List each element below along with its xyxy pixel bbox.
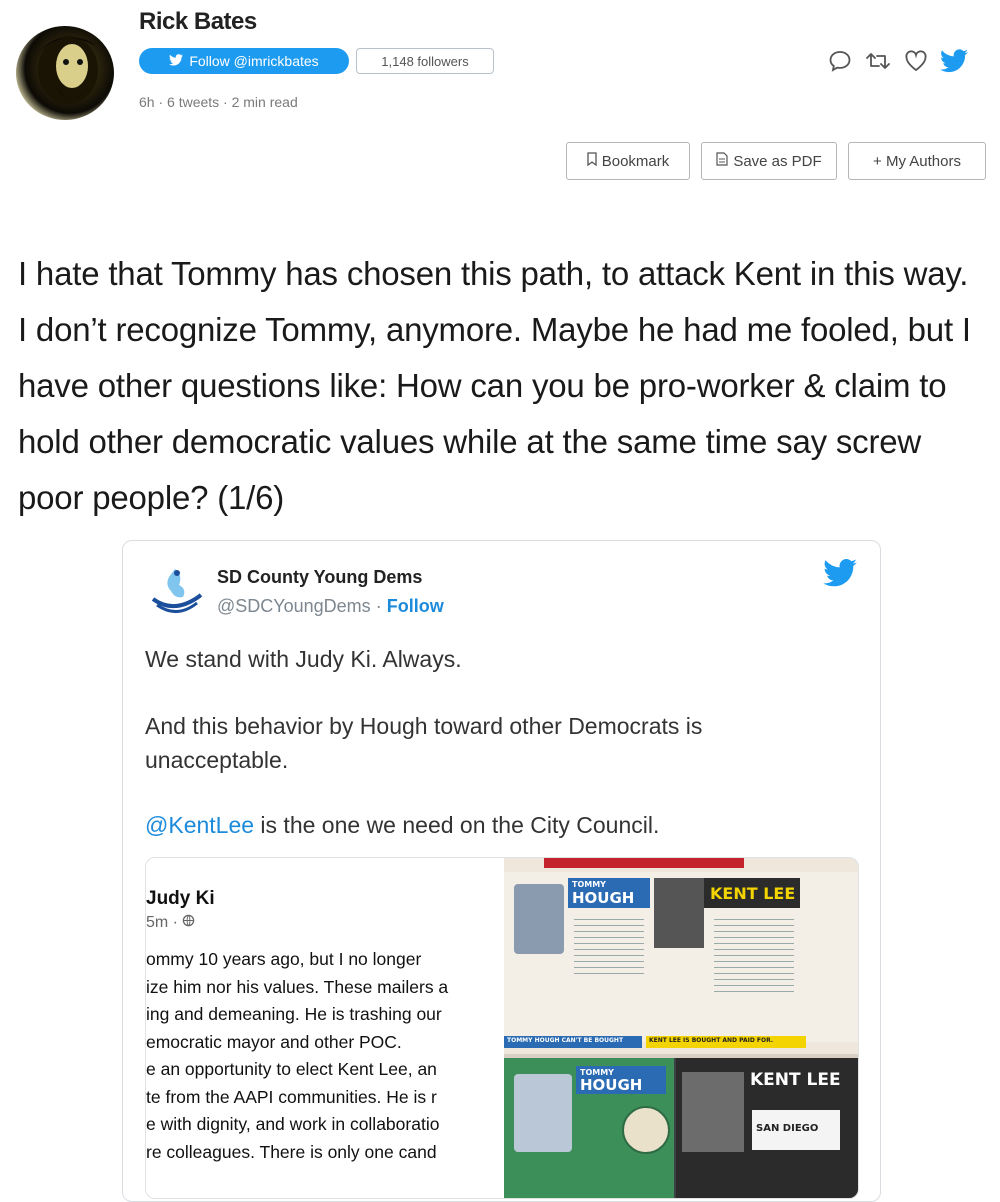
fb-post-line: ize him nor his values. These mailers a bbox=[146, 976, 449, 997]
author-name[interactable]: Rick Bates bbox=[139, 8, 257, 36]
embedded-text-line: @KentLee is the one we need on the City … bbox=[145, 808, 845, 842]
fb-post-time: 5m · bbox=[146, 914, 195, 932]
follow-author-button[interactable]: Follow @imrickbates bbox=[139, 48, 349, 74]
fb-post-line: ing and demeaning. He is trashing our bbox=[146, 1004, 442, 1024]
fb-time-text: 5m · bbox=[146, 914, 183, 931]
embedded-image[interactable]: Judy Ki 5m · ommy 10 years ago, but I no… bbox=[145, 857, 859, 1199]
my-authors-button[interactable]: + My Authors bbox=[848, 142, 986, 180]
fb-post-line: te from the AAPI communities. He is r bbox=[146, 1086, 437, 1107]
mailer-hough-top: TOMMY bbox=[572, 880, 606, 889]
fb-post-line: e an opportunity to elect Kent Lee, an bbox=[146, 1059, 437, 1079]
tweet-text: I hate that Tommy has chosen this path, … bbox=[18, 255, 971, 516]
embedded-text-line: And this behavior by Hough toward other … bbox=[145, 713, 703, 773]
embedded-tweet[interactable]: SD County Young Dems @SDCYoungDems · Fol… bbox=[122, 540, 881, 1202]
bookmark-label: Bookmark bbox=[601, 152, 670, 170]
globe-icon bbox=[182, 914, 195, 931]
follow-label: Follow @imrickbates bbox=[189, 53, 319, 69]
twitter-bird-icon[interactable] bbox=[823, 558, 857, 592]
fb-post-line: ommy 10 years ago, but I no longer bbox=[146, 949, 422, 969]
bookmark-button[interactable]: Bookmark bbox=[566, 142, 690, 180]
mailer-sd-logo: SAN DIEGO bbox=[756, 1123, 819, 1134]
mailer-hough-name: HOUGH bbox=[572, 889, 635, 907]
embedded-author-name[interactable]: SD County Young Dems bbox=[217, 567, 422, 588]
bookmark-icon bbox=[587, 152, 597, 170]
followers-count: 1,148 followers bbox=[356, 48, 494, 74]
retweet-icon[interactable] bbox=[864, 47, 892, 75]
embedded-author-handle: @SDCYoungDems · Follow bbox=[217, 596, 444, 616]
embedded-text-line: We stand with Judy Ki. Always. bbox=[145, 646, 462, 672]
fb-post-line: emocratic mayor and other POC. bbox=[146, 1031, 402, 1052]
save-as-pdf-label: Save as PDF bbox=[733, 152, 822, 170]
fb-post-author: Judy Ki bbox=[146, 888, 215, 909]
mailer-top: TOMMY HOUGH KENT LEE TOMMY HOUGH CAN'T B… bbox=[504, 858, 858, 1054]
save-as-pdf-button[interactable]: Save as PDF bbox=[701, 142, 837, 180]
embedded-follow-link[interactable]: Follow bbox=[387, 596, 444, 616]
fb-post-body: ommy 10 years ago, but I no longer ize h… bbox=[146, 946, 502, 1166]
author-avatar[interactable] bbox=[16, 26, 114, 120]
mailer-bottom: TOMMY HOUGH KENT LEE SAN DIEGO bbox=[504, 1058, 858, 1198]
fb-post-line: re colleagues. There is only one cand bbox=[146, 1141, 437, 1162]
mailer-hough-name: HOUGH bbox=[580, 1076, 643, 1094]
mailer-photo: TOMMY HOUGH KENT LEE TOMMY HOUGH CAN'T B… bbox=[504, 858, 858, 1198]
mailer-kent-name: KENT LEE bbox=[710, 884, 796, 903]
pdf-file-icon bbox=[716, 152, 728, 170]
reply-icon[interactable] bbox=[826, 47, 854, 75]
embedded-handle-text[interactable]: @SDCYoungDems bbox=[217, 596, 371, 616]
mention-link[interactable]: @KentLee bbox=[145, 812, 254, 838]
like-heart-icon[interactable] bbox=[902, 47, 930, 75]
young-dems-logo bbox=[147, 565, 207, 617]
mailer-kent-name: KENT LEE bbox=[750, 1070, 841, 1090]
thread-meta: 6h · 6 tweets · 2 min read bbox=[139, 94, 298, 110]
tweet-actions bbox=[826, 47, 968, 75]
mailer-footer-right: KENT LEE IS BOUGHT AND PAID FOR. bbox=[649, 1037, 774, 1044]
embedded-text-rest: is the one we need on the City Council. bbox=[254, 812, 660, 838]
fb-post-line: e with dignity, and work in collaboratio bbox=[146, 1114, 440, 1134]
twitter-bird-icon[interactable] bbox=[940, 47, 968, 75]
twitter-bird-icon bbox=[169, 53, 184, 69]
mailer-footer-left: TOMMY HOUGH CAN'T BE BOUGHT bbox=[507, 1037, 624, 1044]
